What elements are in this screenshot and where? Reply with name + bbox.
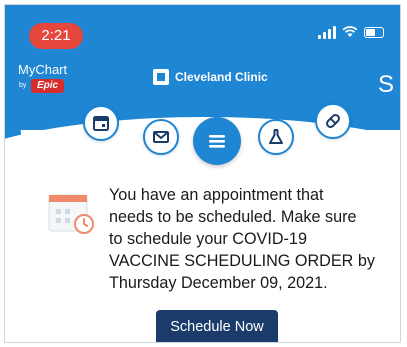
- appointments-nav-button[interactable]: [83, 105, 119, 141]
- menu-nav-button[interactable]: [193, 117, 241, 165]
- messages-nav-button[interactable]: [143, 119, 179, 155]
- user-avatar[interactable]: S: [378, 71, 394, 99]
- clinic-logo: Cleveland Clinic: [153, 69, 268, 85]
- mail-icon: [153, 131, 169, 143]
- calendar-icon: [93, 116, 109, 131]
- calendar-clock-icon: [48, 194, 94, 234]
- menu-icon: [209, 135, 225, 148]
- status-time: 2:21: [29, 23, 83, 49]
- app-screen: 2:21 MyChart by Epic Cleveland Clinic S: [4, 4, 401, 343]
- appointment-message: You have an appointment that needs to be…: [109, 186, 375, 292]
- battery-icon: [364, 26, 384, 38]
- clinic-logo-icon: [153, 69, 169, 85]
- signal-icon: [318, 25, 336, 39]
- mychart-by-label: by: [19, 82, 27, 89]
- test-results-nav-button[interactable]: [258, 119, 294, 155]
- epic-logo: Epic: [31, 79, 65, 93]
- medications-nav-button[interactable]: [315, 103, 351, 139]
- schedule-now-button[interactable]: Schedule Now: [156, 310, 278, 342]
- wifi-icon: [342, 26, 358, 37]
- pill-icon: [326, 114, 340, 128]
- mychart-logo: MyChart: [18, 62, 68, 77]
- clinic-name: Cleveland Clinic: [175, 70, 268, 84]
- status-icons: [318, 25, 384, 39]
- flask-icon: [269, 129, 283, 144]
